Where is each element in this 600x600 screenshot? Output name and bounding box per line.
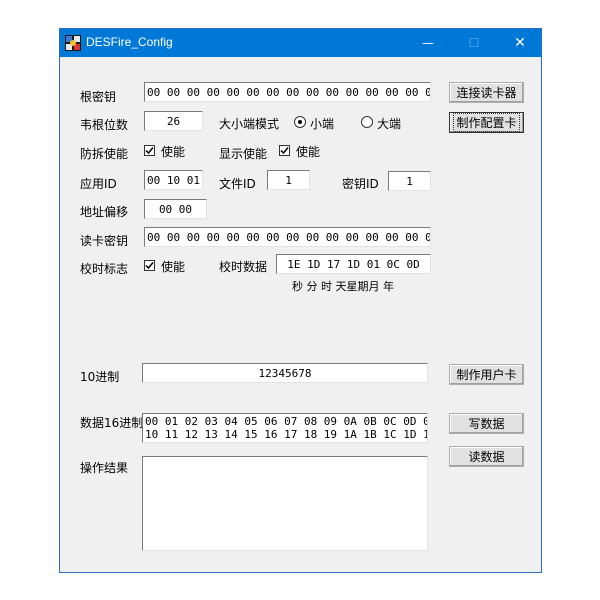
big-endian-radio[interactable] bbox=[361, 116, 373, 128]
maximize-button[interactable]: ☐ bbox=[451, 29, 497, 57]
make-config-card-button[interactable]: 制作配置卡 bbox=[449, 112, 524, 133]
time-sync-flag-label: 校时标志 bbox=[80, 262, 129, 276]
check-icon bbox=[145, 262, 154, 270]
app-window: DESFire_Config — ☐ ✕ 根密钥 00 00 00 00 00 … bbox=[59, 28, 542, 573]
tamper-enable-checkbox[interactable] bbox=[144, 145, 155, 156]
decimal-label: 10进制 bbox=[80, 370, 120, 384]
app-id-label: 应用ID bbox=[80, 177, 117, 191]
hex-data-line-1: 00 01 02 03 04 05 06 07 08 09 0A 0B 0C 0… bbox=[145, 415, 428, 428]
operation-result-label: 操作结果 bbox=[80, 461, 129, 475]
little-endian-radio[interactable] bbox=[294, 116, 306, 128]
time-sync-legend: 秒 分 时 天星期月 年 bbox=[292, 280, 394, 293]
close-button[interactable]: ✕ bbox=[497, 29, 543, 57]
wiegand-bits-label: 韦根位数 bbox=[80, 118, 129, 132]
hex-data-line-2: 10 11 12 13 14 15 16 17 18 19 1A 1B 1C 1… bbox=[145, 428, 428, 441]
key-id-input[interactable]: 1 bbox=[388, 171, 431, 191]
tamper-enable-label: 防拆使能 bbox=[80, 147, 129, 161]
display-enable-label: 显示使能 bbox=[219, 147, 268, 161]
time-sync-data-label: 校时数据 bbox=[219, 260, 268, 274]
root-key-input[interactable]: 00 00 00 00 00 00 00 00 00 00 00 00 00 0… bbox=[144, 82, 431, 102]
display-enable-checkbox-label: 使能 bbox=[296, 145, 321, 159]
address-offset-label: 地址偏移 bbox=[80, 205, 129, 219]
title-bar[interactable]: DESFire_Config — ☐ ✕ bbox=[60, 29, 541, 57]
display-enable-checkbox[interactable] bbox=[279, 145, 290, 156]
check-icon bbox=[145, 147, 154, 155]
key-id-label: 密钥ID bbox=[342, 177, 379, 191]
big-endian-label: 大端 bbox=[377, 117, 402, 131]
app-icon bbox=[65, 35, 81, 51]
little-endian-label: 小端 bbox=[310, 117, 335, 131]
check-icon bbox=[280, 147, 289, 155]
file-id-label: 文件ID bbox=[219, 177, 256, 191]
radio-selected-dot bbox=[298, 120, 302, 124]
root-key-label: 根密钥 bbox=[80, 90, 117, 104]
operation-result-output[interactable] bbox=[142, 456, 428, 551]
read-key-label: 读卡密钥 bbox=[80, 234, 129, 248]
app-id-input[interactable]: 00 10 01 bbox=[144, 170, 203, 190]
tamper-enable-checkbox-label: 使能 bbox=[161, 145, 186, 159]
read-data-button[interactable]: 读数据 bbox=[449, 446, 524, 467]
address-offset-input[interactable]: 00 00 bbox=[144, 199, 207, 219]
time-sync-enable-label: 使能 bbox=[161, 260, 186, 274]
connect-reader-button[interactable]: 连接读卡器 bbox=[449, 82, 524, 103]
read-key-input[interactable]: 00 00 00 00 00 00 00 00 00 00 00 00 00 0… bbox=[144, 227, 431, 247]
time-sync-data-input[interactable]: 1E 1D 17 1D 01 0C 0D bbox=[276, 254, 431, 274]
file-id-input[interactable]: 1 bbox=[267, 170, 310, 190]
make-user-card-button[interactable]: 制作用户卡 bbox=[449, 364, 524, 385]
make-config-card-label: 制作配置卡 bbox=[453, 113, 520, 132]
decimal-input[interactable]: 12345678 bbox=[142, 363, 428, 383]
hex-data-label: 数据16进制 bbox=[80, 416, 144, 430]
minimize-button[interactable]: — bbox=[405, 29, 451, 57]
wiegand-bits-input[interactable]: 26 bbox=[144, 111, 203, 131]
window-title: DESFire_Config bbox=[86, 35, 173, 49]
time-sync-enable-checkbox[interactable] bbox=[144, 260, 155, 271]
write-data-button[interactable]: 写数据 bbox=[449, 413, 524, 434]
hex-data-input[interactable]: 00 01 02 03 04 05 06 07 08 09 0A 0B 0C 0… bbox=[142, 413, 428, 443]
endian-mode-label: 大小端模式 bbox=[219, 117, 280, 131]
